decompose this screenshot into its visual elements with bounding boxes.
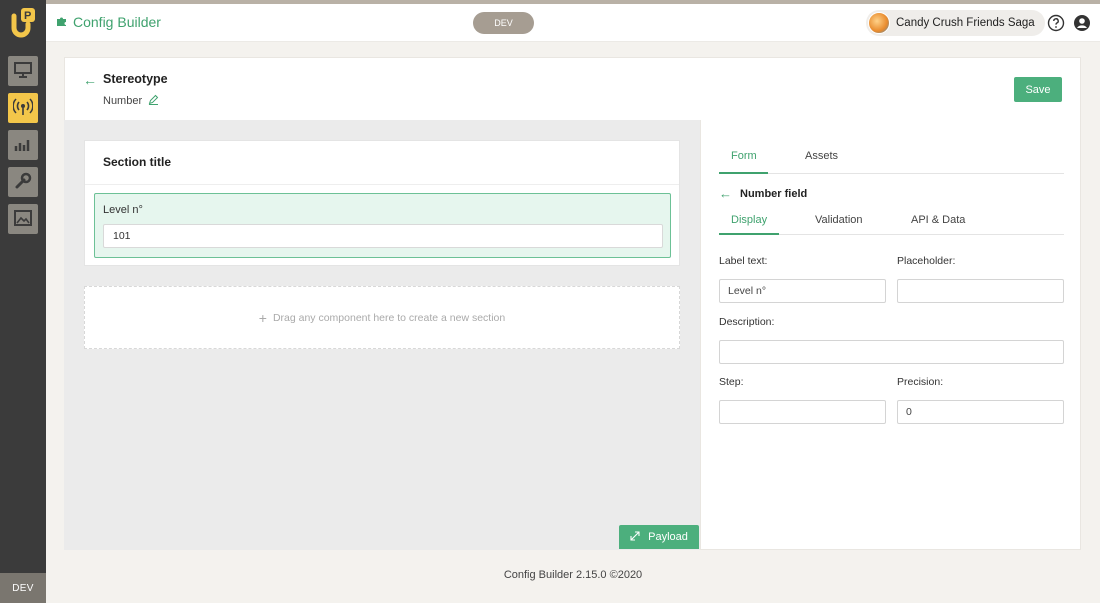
tab-assets[interactable]: Assets bbox=[805, 150, 838, 162]
app-title: Config Builder bbox=[73, 14, 161, 30]
plus-icon: + bbox=[258, 309, 267, 326]
panel-tabs: Form Assets bbox=[719, 142, 1064, 174]
form-canvas: Section title Level n° 101 + Drag any co… bbox=[64, 120, 700, 550]
analytics-icon bbox=[14, 136, 32, 155]
field-type-title: Number field bbox=[740, 187, 808, 200]
env-pill[interactable]: DEV bbox=[473, 12, 534, 34]
field-label: Level n° bbox=[103, 204, 143, 216]
step-label: Step: bbox=[719, 376, 744, 388]
expand-icon bbox=[630, 530, 640, 544]
level-input[interactable]: 101 bbox=[103, 224, 663, 248]
rail-presentation[interactable] bbox=[8, 56, 38, 86]
rail-env-badge: DEV bbox=[0, 573, 46, 603]
subtab-api-data[interactable]: API & Data bbox=[911, 214, 965, 226]
label-text-input[interactable]: Level n° bbox=[719, 279, 886, 303]
left-rail: P DEV bbox=[0, 0, 46, 603]
section-dropzone[interactable]: + Drag any component here to create a ne… bbox=[84, 286, 680, 349]
section-title: Section title bbox=[103, 155, 172, 169]
field-back-link[interactable]: ← Number field bbox=[719, 186, 807, 201]
page-title: Stereotype bbox=[103, 72, 168, 86]
rail-broadcast[interactable] bbox=[8, 93, 38, 123]
page-header: ← Stereotype Number Save bbox=[64, 57, 1081, 120]
game-avatar bbox=[868, 12, 890, 34]
field-subtabs: Display Validation API & Data bbox=[719, 206, 1064, 235]
pencil-icon[interactable] bbox=[148, 94, 159, 108]
puzzle-icon bbox=[56, 14, 68, 30]
brand[interactable]: Config Builder bbox=[56, 14, 161, 30]
presentation-icon bbox=[14, 61, 32, 81]
payload-button[interactable]: Payload bbox=[619, 525, 699, 549]
save-button[interactable]: Save bbox=[1014, 77, 1062, 102]
subtitle-text: Number bbox=[103, 95, 143, 107]
back-arrow-icon: ← bbox=[719, 186, 732, 201]
form-section[interactable]: Section title Level n° 101 bbox=[84, 140, 680, 266]
section-divider bbox=[85, 184, 679, 185]
rail-media[interactable] bbox=[8, 204, 38, 234]
top-header: Config Builder DEV Candy Crush Friends S… bbox=[46, 4, 1100, 42]
rail-analytics[interactable] bbox=[8, 130, 38, 160]
wrench-icon bbox=[14, 172, 32, 193]
back-arrow-icon[interactable]: ← bbox=[83, 72, 97, 88]
help-icon[interactable] bbox=[1047, 14, 1065, 32]
precision-label: Precision: bbox=[897, 376, 944, 388]
subtab-display[interactable]: Display bbox=[731, 214, 767, 226]
tab-form[interactable]: Form bbox=[731, 150, 757, 162]
placeholder-label: Placeholder: bbox=[897, 255, 956, 267]
game-name: Candy Crush Friends Saga bbox=[896, 17, 1035, 29]
page-subtitle: Number bbox=[103, 94, 159, 108]
label-text-label: Label text: bbox=[719, 255, 768, 267]
subtab-validation[interactable]: Validation bbox=[815, 214, 863, 226]
placeholder-input[interactable] bbox=[897, 279, 1064, 303]
footer-version: Config Builder 2.15.0 ©2020 bbox=[503, 569, 643, 581]
dropzone-text: Drag any component here to create a new … bbox=[272, 311, 506, 324]
account-icon[interactable] bbox=[1073, 14, 1091, 32]
tab-active-indicator bbox=[719, 172, 768, 174]
selected-field[interactable]: Level n° 101 bbox=[94, 193, 671, 258]
subtab-active-indicator bbox=[719, 233, 779, 235]
rail-tools[interactable] bbox=[8, 167, 38, 197]
game-selector[interactable]: Candy Crush Friends Saga bbox=[866, 10, 1045, 36]
precision-input[interactable]: 0 bbox=[897, 400, 1064, 424]
properties-panel: Form Assets ← Number field Display Valid… bbox=[700, 120, 1081, 550]
description-input[interactable] bbox=[719, 340, 1064, 364]
payload-label: Payload bbox=[648, 531, 688, 543]
description-label: Description: bbox=[719, 316, 775, 328]
svg-text:P: P bbox=[24, 10, 31, 22]
broadcast-icon bbox=[12, 97, 34, 119]
step-input[interactable] bbox=[719, 400, 886, 424]
app-logo-icon[interactable]: P bbox=[8, 6, 38, 40]
image-icon bbox=[14, 209, 32, 229]
